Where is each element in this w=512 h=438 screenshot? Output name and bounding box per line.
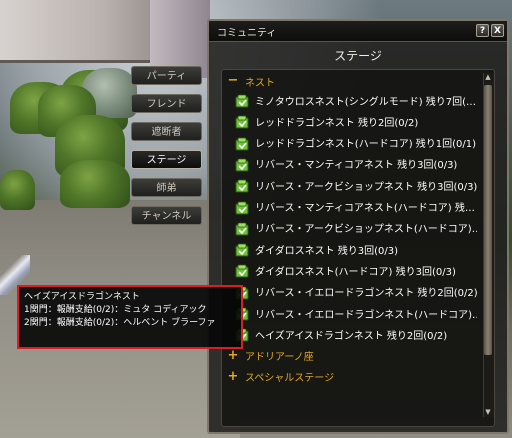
stage-header: ステージ [334,49,382,63]
stage-list-item[interactable]: リバース・アークビショップネスト(ハードコア)… [235,219,477,237]
stage-list-item[interactable]: ミノタウロスネスト(シングルモード) 残り7回(… [235,91,477,109]
nest-tooltip: ヘイズアイスドラゴンネスト 1関門：報酬支給(0/2)：ミュタ コディアック 2… [17,285,243,349]
game-screen: パーティ フレンド 遮断者 ステージ 師弟 チャンネル コミュニティ ? X ステージ −… [0,0,512,438]
stage-category-label: スペシャルステージ [245,373,335,385]
stage-category-label: アドリアーノ座 [245,352,314,364]
stage-list-item[interactable]: ヘイズアイスドラゴンネスト 残り2回(0/2) [235,325,477,343]
scroll-up-button[interactable]: ▲ [483,73,493,82]
nest-entry-icon [235,200,249,214]
stage-item-label: リバース・アークビショップネスト(ハードコア)… [255,224,477,236]
stage-item-label: リバース・マンティコアネスト 残り3回(0/3) [255,160,458,172]
stage-list-item[interactable]: レッドドラゴンネスト 残り2回(0/2) [235,112,477,130]
stage-item-label: ダイダロスネスト 残り3回(0/3) [255,245,399,257]
tab-stage[interactable]: ステージ [131,150,202,169]
nest-entry-icon [235,136,249,151]
stage-list-item[interactable]: リバース・イエロードラゴンネスト 残り2回(0/2) [235,283,477,301]
stage-list-item[interactable]: ダイダロスネスト(ハードコア) 残り3回(0/3) [235,261,477,279]
tooltip-line: 2関門：報酬支給(0/2)：ヘルベント ブラーファ [24,318,216,328]
stage-item-label: リバース・イエロードラゴンネスト 残り2回(0/2) [255,288,477,300]
stage-list-item[interactable]: リバース・イエロードラゴンネスト(ハードコア)… [235,304,477,322]
stage-category[interactable]: − ネスト [227,73,275,89]
stage-list-item[interactable]: レッドドラゴンネスト(ハードコア) 残り1回(0/1) [235,134,477,152]
scrollbar-thumb[interactable] [484,85,492,355]
stage-list-item[interactable]: リバース・マンティコアネスト(ハードコア) 残… [235,198,477,216]
panel-title: コミュニティ [217,28,277,39]
tab-party[interactable]: パーティ [131,66,202,85]
stage-item-label: リバース・アークビショップネスト 残り3回(0/3) [255,181,477,193]
stage-item-label: ヘイズアイスドラゴンネスト 残り2回(0/2) [255,330,448,342]
tab-channel[interactable]: チャンネル [131,206,202,225]
stage-category-label: ネスト [245,77,275,89]
stage-list-item[interactable]: リバース・マンティコアネスト 残り3回(0/3) [235,155,477,173]
help-button[interactable]: ? [476,24,489,37]
tooltip-title: ヘイズアイスドラゴンネスト [24,292,140,302]
background-pillar [0,0,175,63]
scroll-down-button[interactable]: ▼ [483,408,493,417]
community-panel: コミュニティ ? X ステージ − ネストミノタウロスネスト(シングルモード) 残… [207,19,509,434]
nest-entry-icon [235,242,249,257]
stage-category[interactable]: + アドリアーノ座 [227,348,314,364]
background-hedge [0,170,35,210]
tab-master[interactable]: 師弟 [131,178,202,197]
nest-entry-icon [235,221,249,236]
expand-icon: + [227,347,239,363]
stage-item-label: レッドドラゴンネスト(ハードコア) 残り1回(0/1) [255,139,477,151]
nest-entry-icon [235,114,249,129]
tab-blocked[interactable]: 遮断者 [131,122,202,141]
nest-entry-icon [235,178,249,193]
nest-entry-icon [235,93,249,108]
nest-entry-icon [235,157,249,172]
stage-item-label: リバース・マンティコアネスト(ハードコア) 残… [255,203,475,214]
close-button[interactable]: X [491,24,504,37]
expand-icon: + [227,368,239,384]
stage-item-label: リバース・イエロードラゴンネスト(ハードコア)… [255,309,477,321]
stage-item-label: ダイダロスネスト(ハードコア) 残り3回(0/3) [255,266,456,278]
stage-list-item[interactable]: リバース・アークビショップネスト 残り3回(0/3) [235,176,477,194]
stage-category[interactable]: + スペシャルステージ [227,368,335,385]
collapse-icon: − [227,73,239,88]
background-hedge [60,160,130,208]
stage-item-label: レッドドラゴンネスト 残り2回(0/2) [255,117,419,129]
panel-titlebar[interactable]: コミュニティ ? X [209,21,507,42]
tab-friend[interactable]: フレンド [131,94,202,113]
stage-list-item[interactable]: ダイダロスネスト 残り3回(0/3) [235,240,477,258]
nest-entry-icon [235,263,249,278]
stage-item-label: ミノタウロスネスト(シングルモード) 残り7回(… [255,96,477,108]
tooltip-line: 1関門：報酬支給(0/2)：ミュタ コディアック [24,305,207,315]
